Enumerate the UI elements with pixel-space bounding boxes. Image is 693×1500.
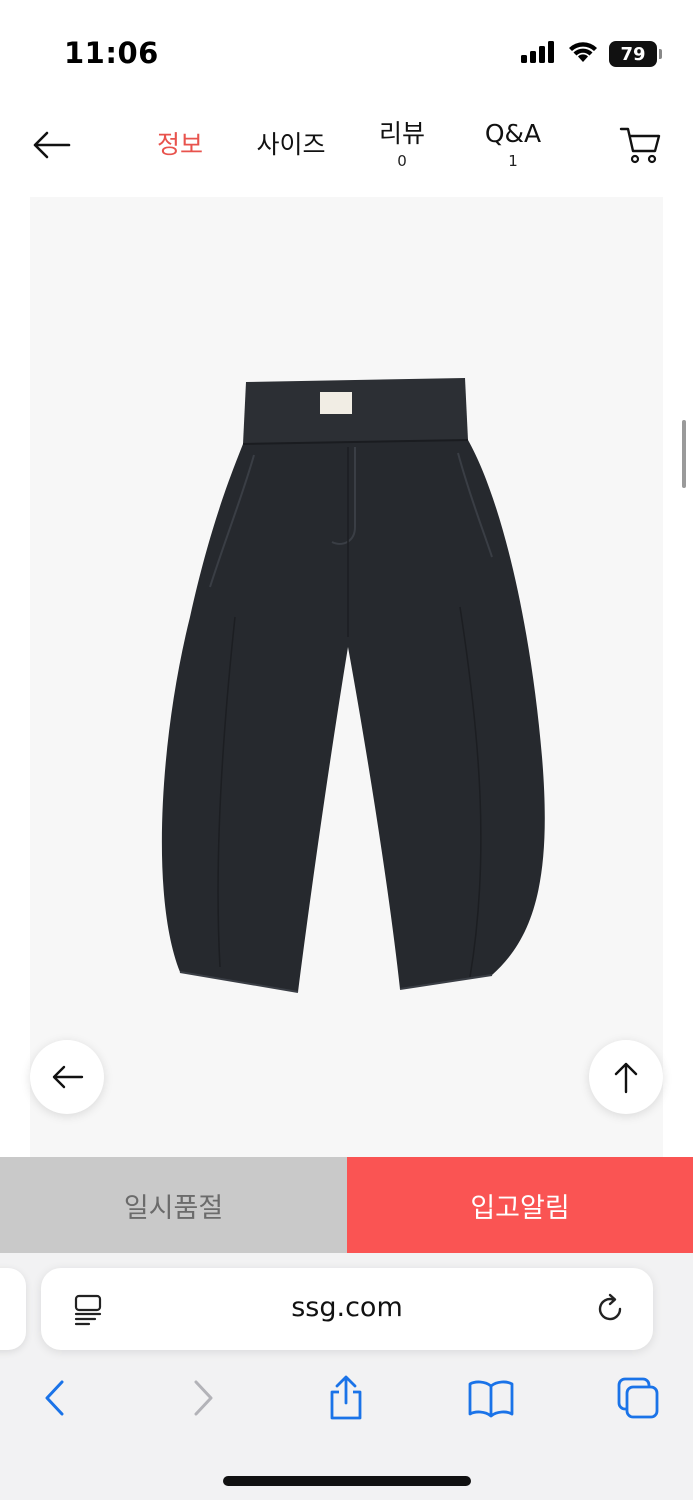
address-bar[interactable]: ssg.com [41, 1268, 653, 1350]
status-bar: 11:06 79 [0, 0, 693, 100]
cart-icon [619, 127, 661, 164]
cart-button[interactable] [615, 121, 667, 169]
scroll-top-button[interactable] [589, 1040, 663, 1114]
tab-info-label: 정보 [156, 130, 203, 160]
forward-icon [194, 1380, 213, 1416]
trousers-image [161, 378, 545, 993]
tab-qna-count: 1 [508, 151, 518, 170]
tab-qna-label: Q&A [484, 119, 542, 149]
previous-tab-peek[interactable] [0, 1268, 26, 1350]
tabs-button[interactable] [610, 1372, 666, 1424]
browser-back-button[interactable] [26, 1372, 82, 1424]
tab-info[interactable]: 정보 [150, 105, 210, 185]
back-button[interactable] [26, 123, 76, 167]
tab-review-label: 리뷰 [378, 119, 425, 149]
product-image[interactable] [30, 197, 663, 1157]
soldout-button[interactable]: 일시품절 [0, 1157, 347, 1253]
purchase-actions: 일시품절 입고알림 [0, 1157, 693, 1253]
status-time: 11:06 [64, 36, 159, 70]
browser-forward-button[interactable] [176, 1372, 232, 1424]
arrow-left-icon [52, 1065, 84, 1089]
share-button[interactable] [318, 1372, 374, 1424]
battery-icon: 79 [609, 41, 662, 67]
tab-review[interactable]: 리뷰 0 [372, 105, 432, 185]
bookmarks-icon [468, 1380, 514, 1418]
signal-icon [521, 40, 557, 68]
share-icon [330, 1375, 362, 1420]
scroll-indicator[interactable] [682, 420, 686, 488]
wifi-icon [567, 40, 599, 68]
tab-size-label: 사이즈 [256, 130, 326, 160]
arrow-up-icon [614, 1062, 638, 1094]
tab-size[interactable]: 사이즈 [250, 105, 332, 185]
bookmarks-button[interactable] [463, 1372, 519, 1424]
reload-icon[interactable] [593, 1292, 627, 1326]
arrow-left-icon [33, 131, 71, 159]
product-header: 정보 사이즈 리뷰 0 Q&A 1 [0, 105, 693, 185]
tab-review-count: 0 [397, 151, 407, 170]
back-icon [45, 1380, 64, 1416]
tabs-icon [617, 1377, 659, 1419]
url-text: ssg.com [291, 1292, 403, 1323]
restock-notify-button[interactable]: 입고알림 [347, 1157, 693, 1253]
prev-image-button[interactable] [30, 1040, 104, 1114]
home-indicator [223, 1476, 471, 1486]
tab-qna[interactable]: Q&A 1 [478, 105, 548, 185]
status-icons: 79 [521, 40, 662, 68]
